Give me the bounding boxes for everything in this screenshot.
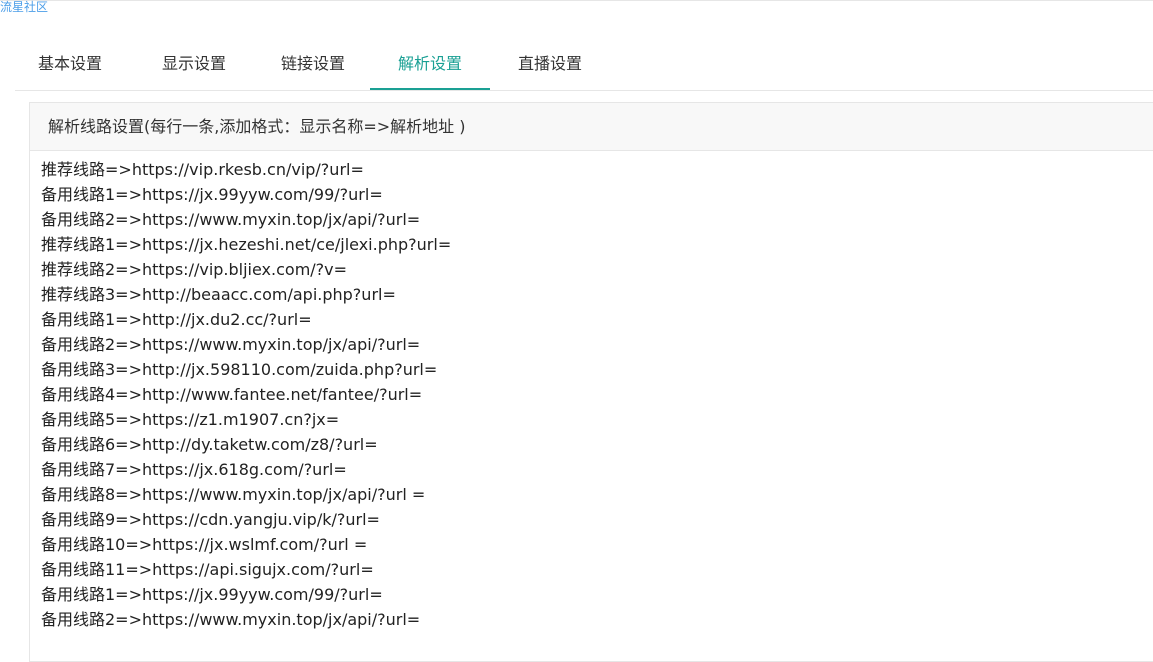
route-line[interactable]: 备用线路11=>https://api.sigujx.com/?url= bbox=[41, 557, 1153, 582]
route-line[interactable]: 推荐线路3=>http://beaacc.com/api.php?url= bbox=[41, 282, 1153, 307]
route-line[interactable]: 备用线路7=>https://jx.618g.com/?url= bbox=[41, 457, 1153, 482]
tab-link-settings[interactable]: 链接设置 bbox=[263, 40, 363, 88]
route-line[interactable]: 备用线路1=>https://jx.99yyw.com/99/?url= bbox=[41, 582, 1153, 607]
tab-parse-settings[interactable]: 解析设置 bbox=[370, 40, 490, 90]
tab-live-settings[interactable]: 直播设置 bbox=[500, 40, 600, 88]
route-line[interactable]: 备用线路9=>https://cdn.yangju.vip/k/?url= bbox=[41, 507, 1153, 532]
route-line[interactable]: 备用线路2=>https://www.myxin.top/jx/api/?url… bbox=[41, 332, 1153, 357]
route-line[interactable]: 推荐线路2=>https://vip.bljiex.com/?v= bbox=[41, 257, 1153, 282]
route-line[interactable]: 备用线路2=>https://www.myxin.top/jx/api/?url… bbox=[41, 207, 1153, 232]
route-line[interactable]: 备用线路4=>http://www.fantee.net/fantee/?url… bbox=[41, 382, 1153, 407]
site-name-link[interactable]: 流星社区 bbox=[0, 0, 48, 14]
top-divider bbox=[0, 0, 1153, 1]
tab-basic-settings[interactable]: 基本设置 bbox=[25, 40, 115, 88]
parse-routes-panel: 解析线路设置(每行一条,添加格式：显示名称=>解析地址 ) 推荐线路=>http… bbox=[29, 102, 1153, 662]
settings-tabs: 基本设置 显示设置 链接设置 解析设置 直播设置 bbox=[15, 40, 1153, 91]
route-line[interactable]: 备用线路6=>http://dy.taketw.com/z8/?url= bbox=[41, 432, 1153, 457]
tab-display-settings[interactable]: 显示设置 bbox=[144, 40, 244, 88]
route-line[interactable]: 备用线路3=>http://jx.598110.com/zuida.php?ur… bbox=[41, 357, 1153, 382]
route-line[interactable]: 备用线路1=>http://jx.du2.cc/?url= bbox=[41, 307, 1153, 332]
panel-title: 解析线路设置(每行一条,添加格式：显示名称=>解析地址 ) bbox=[30, 103, 1153, 151]
route-line[interactable]: 备用线路1=>https://jx.99yyw.com/99/?url= bbox=[41, 182, 1153, 207]
route-line[interactable]: 备用线路10=>https://jx.wslmf.com/?url = bbox=[41, 532, 1153, 557]
route-line[interactable]: 推荐线路1=>https://jx.hezeshi.net/ce/jlexi.p… bbox=[41, 232, 1153, 257]
parse-routes-textarea[interactable]: 推荐线路=>https://vip.rkesb.cn/vip/?url= 备用线… bbox=[30, 151, 1153, 632]
route-line[interactable]: 备用线路2=>https://www.myxin.top/jx/api/?url… bbox=[41, 607, 1153, 632]
route-line[interactable]: 备用线路5=>https://z1.m1907.cn?jx= bbox=[41, 407, 1153, 432]
route-line[interactable]: 备用线路8=>https://www.myxin.top/jx/api/?url… bbox=[41, 482, 1153, 507]
route-line[interactable]: 推荐线路=>https://vip.rkesb.cn/vip/?url= bbox=[41, 157, 1153, 182]
